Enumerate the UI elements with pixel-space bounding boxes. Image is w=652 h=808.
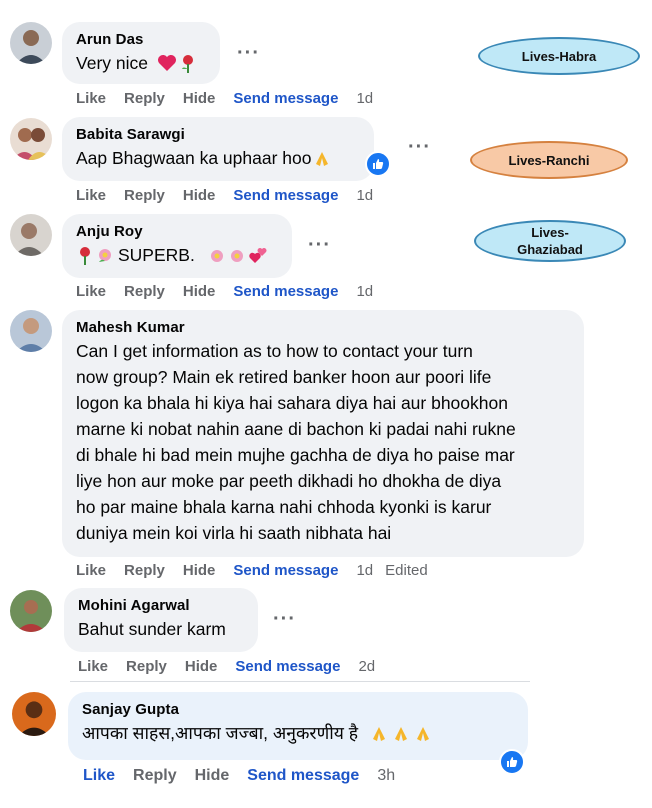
comment-text-line: ho par maine bhala karna nahi chhoda kyo…	[76, 497, 492, 517]
comment-bubble: Anju Roy SUPERB.	[62, 214, 292, 278]
commenter-name[interactable]: Anju Roy	[76, 222, 278, 242]
avatar[interactable]	[12, 692, 56, 736]
comment-text-line: marne ki nobat nahin aane di bachon ki p…	[76, 419, 516, 439]
like-button[interactable]: Like	[76, 187, 106, 204]
send-message-button[interactable]: Send message	[233, 562, 338, 579]
comment-text: Very nice	[76, 53, 148, 73]
commenter-name[interactable]: Mohini Agarwal	[78, 596, 244, 616]
timestamp[interactable]: 1d	[356, 187, 373, 204]
reply-button[interactable]: Reply	[124, 283, 165, 300]
folded-hands-icon	[394, 727, 407, 742]
hide-button[interactable]: Hide	[183, 187, 216, 204]
comment-bubble: Sanjay Gupta आपका साहस,आपका जज्बा, अनुकर…	[68, 692, 528, 760]
commenter-name[interactable]: Sanjay Gupta	[82, 700, 514, 720]
edited-label[interactable]: Edited	[385, 562, 428, 579]
flowers-icon	[99, 249, 111, 263]
location-tag: Lives-Habra	[478, 37, 640, 75]
like-button[interactable]: Like	[76, 283, 106, 300]
comment-text: Aap Bhagwaan ka uphaar hoo	[76, 148, 312, 168]
reply-button[interactable]: Reply	[133, 767, 177, 785]
reply-button[interactable]: Reply	[124, 562, 165, 579]
rose-icon	[181, 55, 193, 74]
comment-text: SUPERB.	[118, 245, 195, 265]
comment-text-line: logon ka bhala hi kiya hai sahara diya h…	[76, 393, 508, 413]
send-message-button[interactable]: Send message	[235, 658, 340, 675]
comment-bubble: Babita Sarawgi Aap Bhagwaan ka uphaar ho…	[62, 117, 374, 181]
hide-button[interactable]: Hide	[195, 767, 230, 785]
send-message-button[interactable]: Send message	[233, 90, 338, 107]
comment-text-line: now group? Main ek retired banker hoon a…	[76, 367, 492, 387]
avatar[interactable]	[10, 118, 52, 160]
more-options-icon[interactable]: ···	[237, 43, 260, 63]
comment-text-line: Can I get information as to how to conta…	[76, 341, 473, 361]
more-options-icon[interactable]: ···	[408, 137, 431, 157]
flowers-icon	[210, 250, 223, 263]
comment-bubble: Mahesh Kumar Can I get information as to…	[62, 310, 584, 557]
timestamp[interactable]: 2d	[358, 658, 375, 675]
commenter-name[interactable]: Arun Das	[76, 30, 206, 50]
send-message-button[interactable]: Send message	[233, 187, 338, 204]
location-tag: Lives- Ghaziabad	[474, 220, 626, 262]
hide-button[interactable]: Hide	[183, 283, 216, 300]
comment-text: Bahut sunder karm	[78, 619, 226, 639]
comment-bubble: Mohini Agarwal Bahut sunder karm	[64, 588, 258, 652]
avatar[interactable]	[10, 22, 52, 64]
avatar[interactable]	[10, 310, 52, 352]
reply-button[interactable]: Reply	[124, 90, 165, 107]
comment-text-line: liye hon aur moke par peeth dikhadi ho d…	[76, 471, 502, 491]
hide-button[interactable]: Hide	[183, 90, 216, 107]
commenter-name[interactable]: Mahesh Kumar	[76, 318, 570, 338]
timestamp[interactable]: 1d	[356, 90, 373, 107]
flowers-icon	[230, 250, 243, 263]
like-reaction-icon[interactable]	[499, 749, 525, 775]
rose-icon	[80, 247, 90, 266]
folded-hands-icon	[316, 152, 329, 167]
folded-hands-icon	[372, 727, 385, 742]
hide-button[interactable]: Hide	[183, 562, 216, 579]
comment-bubble: Arun Das Very nice	[62, 22, 220, 84]
folded-hands-icon	[416, 727, 429, 742]
like-reaction-icon[interactable]	[365, 151, 391, 177]
timestamp[interactable]: 1d	[356, 562, 373, 579]
timestamp[interactable]: 1d	[356, 283, 373, 300]
hearts-icon	[249, 248, 267, 264]
commenter-name[interactable]: Babita Sarawgi	[76, 125, 360, 145]
reply-button[interactable]: Reply	[124, 187, 165, 204]
like-button[interactable]: Like	[83, 767, 115, 785]
comment-text-line: di bhale hi bad mein mujhe gachha de diy…	[76, 445, 515, 465]
like-button[interactable]: Like	[78, 658, 108, 675]
more-options-icon[interactable]: ···	[273, 609, 296, 629]
send-message-button[interactable]: Send message	[233, 283, 338, 300]
avatar[interactable]	[10, 214, 52, 256]
divider	[70, 681, 530, 682]
like-button[interactable]: Like	[76, 90, 106, 107]
red-heart-icon	[157, 55, 176, 72]
location-tag: Lives-Ranchi	[470, 141, 628, 179]
comment-text: आपका साहस,आपका जज्बा, अनुकरणीय है	[82, 723, 359, 743]
avatar[interactable]	[10, 590, 52, 632]
hide-button[interactable]: Hide	[185, 658, 218, 675]
more-options-icon[interactable]: ···	[308, 235, 331, 255]
timestamp[interactable]: 3h	[377, 767, 395, 785]
like-button[interactable]: Like	[76, 562, 106, 579]
comment-text-line: duniya mein koi virla hi saath nibhata h…	[76, 523, 392, 543]
send-message-button[interactable]: Send message	[247, 767, 359, 785]
reply-button[interactable]: Reply	[126, 658, 167, 675]
